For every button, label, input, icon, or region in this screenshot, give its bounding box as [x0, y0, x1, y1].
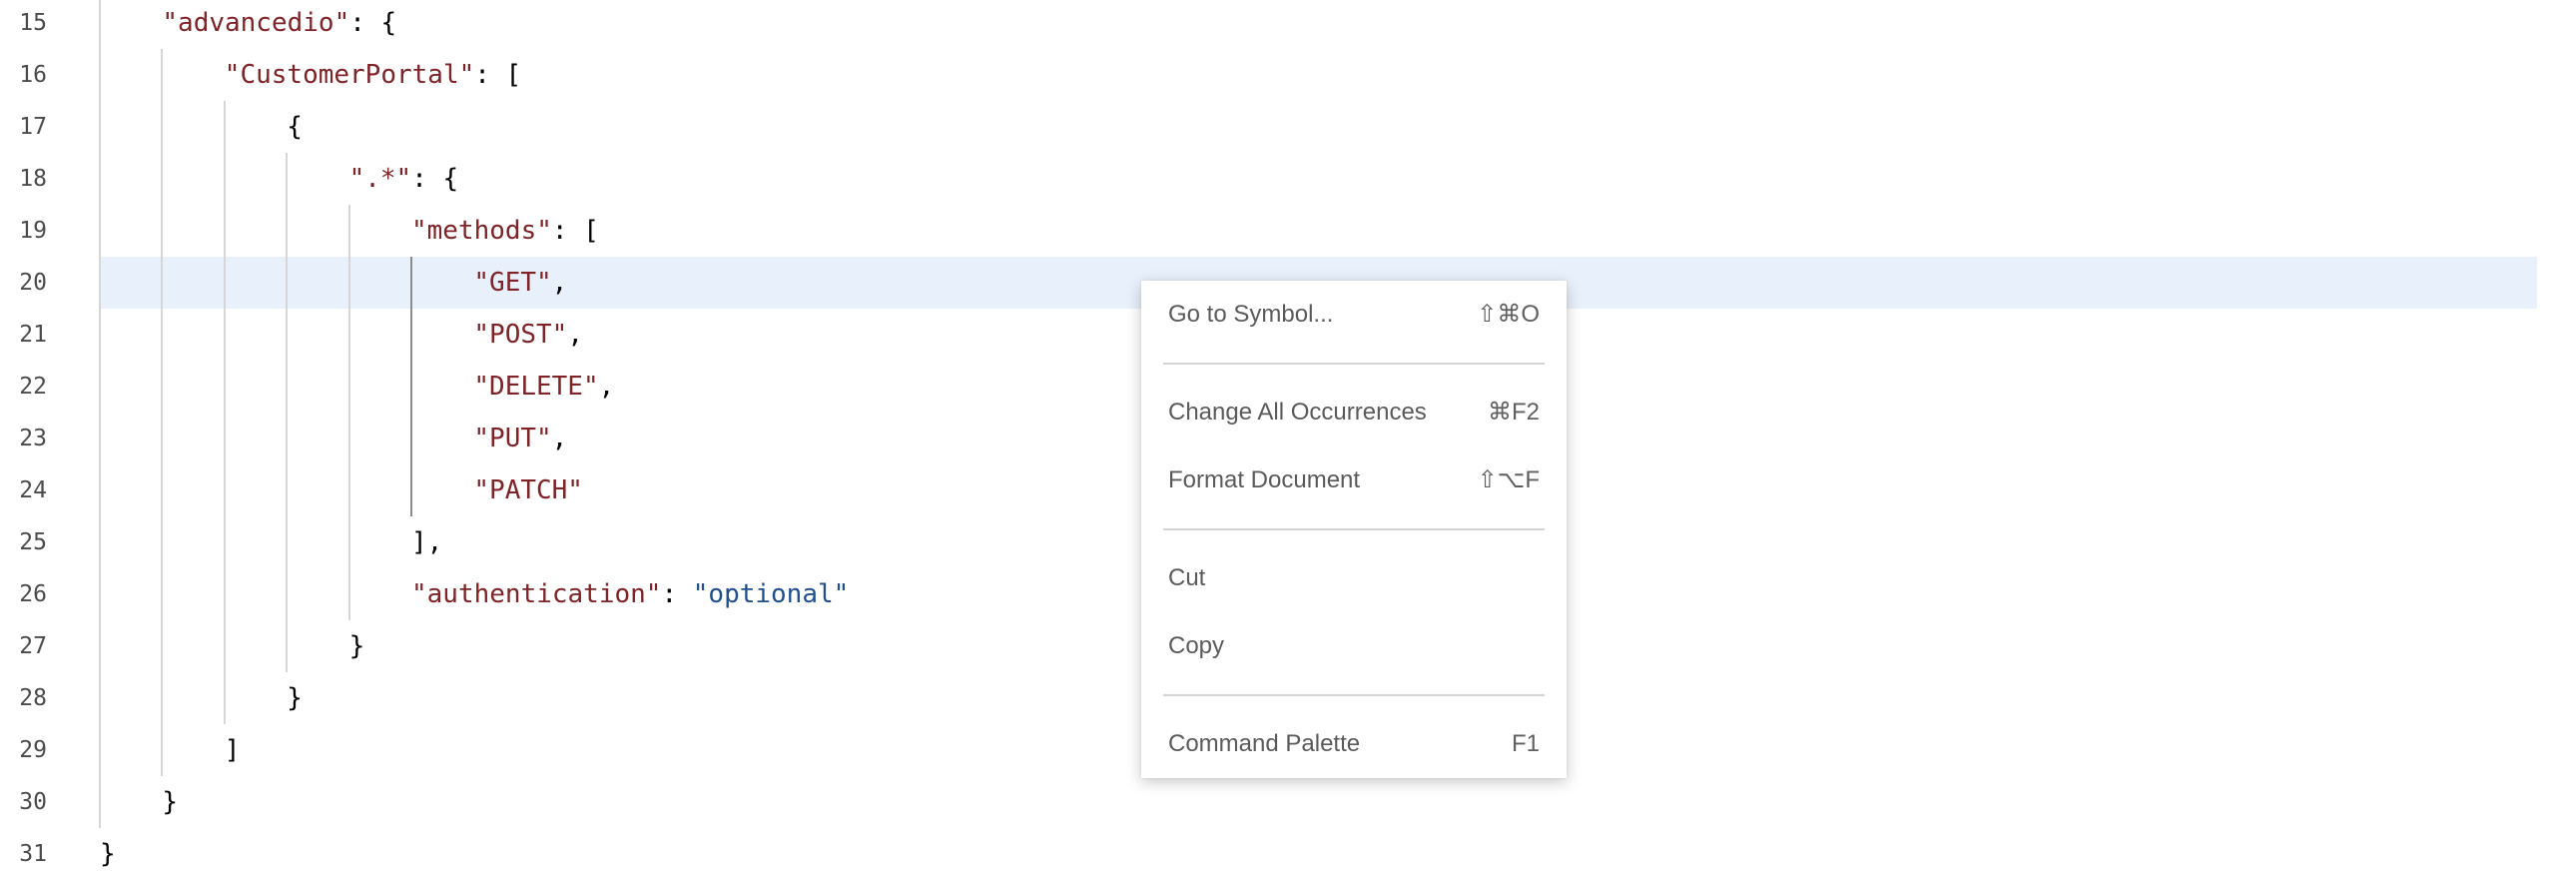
context-menu: Go to Symbol... ⇧⌘O Change All Occurrences… — [1141, 281, 1567, 778]
json-punctuation: { — [287, 112, 303, 142]
menu-item-label: Copy — [1168, 632, 1225, 659]
json-punctuation: , — [567, 320, 583, 350]
menu-separator — [1141, 514, 1567, 544]
json-string-value: "optional" — [692, 579, 850, 609]
menu-item-change-all-occurrences[interactable]: Change All Occurrences ⌘F2 — [1141, 379, 1567, 446]
json-punctuation: } — [348, 631, 365, 661]
line-number: 24 — [19, 477, 47, 503]
json-key: "PATCH" — [473, 475, 583, 505]
code-text: "GET", — [473, 257, 567, 309]
code-text: "methods": [ — [411, 205, 599, 257]
line-number: 31 — [19, 841, 47, 867]
json-punctuation: ], — [411, 527, 443, 557]
line-number: 20 — [19, 270, 47, 296]
menu-item-format-document[interactable]: Format Document ⇧⌥F — [1141, 446, 1567, 514]
code-text: "DELETE", — [473, 361, 614, 413]
code-text: ] — [225, 724, 241, 776]
menu-item-command-palette[interactable]: Command Palette F1 — [1141, 710, 1567, 778]
menu-item-label: Format Document — [1168, 466, 1361, 493]
json-punctuation: , — [551, 268, 568, 298]
menu-item-go-to-symbol[interactable]: Go to Symbol... ⇧⌘O — [1141, 281, 1567, 349]
menu-item-shortcut: ⇧⌘O — [1477, 301, 1540, 328]
code-line[interactable]: 16 "CustomerPortal": [ — [0, 49, 2576, 101]
json-punctuation: , — [598, 372, 615, 402]
line-number: 27 — [19, 633, 47, 659]
code-line[interactable]: 17 { — [0, 101, 2576, 153]
json-punctuation: : { — [349, 8, 397, 38]
json-punctuation: } — [287, 683, 303, 713]
menu-item-label: Change All Occurrences — [1168, 399, 1427, 426]
code-text: "CustomerPortal": [ — [225, 49, 521, 101]
menu-item-shortcut: ⇧⌥F — [1477, 466, 1540, 493]
json-key: "GET" — [473, 268, 552, 298]
json-key: "CustomerPortal" — [224, 60, 475, 90]
line-number: 19 — [19, 218, 47, 244]
json-punctuation: } — [100, 839, 116, 869]
code-text: ], — [411, 516, 442, 568]
json-punctuation: ] — [224, 735, 241, 765]
code-text: "authentication": "optional" — [411, 568, 849, 620]
menu-item-shortcut: F1 — [1511, 730, 1540, 757]
code-line[interactable]: 19 "methods": [ — [0, 205, 2576, 257]
code-text: { — [287, 101, 303, 153]
code-text: } — [100, 828, 116, 880]
menu-item-label: Command Palette — [1168, 730, 1361, 757]
line-number: 28 — [19, 685, 47, 711]
line-number: 23 — [19, 426, 47, 451]
json-key: "authentication" — [411, 579, 662, 609]
json-punctuation: : [ — [474, 60, 522, 90]
json-key: "POST" — [473, 320, 568, 350]
code-text: } — [162, 776, 178, 828]
code-text: } — [287, 672, 303, 724]
menu-item-shortcut: ⌘F2 — [1487, 399, 1540, 426]
line-number: 15 — [19, 10, 47, 36]
line-number: 29 — [19, 737, 47, 763]
menu-item-label: Cut — [1168, 564, 1206, 591]
code-text: } — [349, 620, 365, 672]
menu-item-label: Go to Symbol... — [1168, 301, 1334, 328]
code-text: ".*": { — [349, 153, 459, 205]
code-text: "PATCH" — [473, 464, 583, 516]
json-punctuation: : { — [411, 164, 459, 194]
code-line[interactable]: 15 "advancedio": { — [0, 0, 2576, 49]
json-punctuation: : [ — [551, 216, 599, 246]
line-number: 30 — [19, 789, 47, 815]
json-key: "PUT" — [473, 424, 552, 453]
menu-separator — [1141, 349, 1567, 379]
code-text: "POST", — [473, 309, 583, 361]
line-number: 26 — [19, 581, 47, 607]
line-number: 16 — [19, 62, 47, 88]
json-punctuation: } — [162, 787, 179, 817]
code-line[interactable]: 30} — [0, 776, 2576, 828]
menu-item-copy[interactable]: Copy — [1141, 612, 1567, 680]
menu-item-cut[interactable]: Cut — [1141, 544, 1567, 612]
code-line[interactable]: 31} — [0, 828, 2576, 880]
menu-separator — [1141, 680, 1567, 710]
json-punctuation: , — [551, 424, 568, 453]
json-key: "DELETE" — [473, 372, 599, 402]
json-punctuation: : — [661, 579, 693, 609]
json-key: ".*" — [348, 164, 412, 194]
line-number: 18 — [19, 166, 47, 192]
code-text: "advancedio": { — [162, 0, 396, 49]
line-number: 17 — [19, 114, 47, 140]
code-line[interactable]: 18 ".*": { — [0, 153, 2576, 205]
line-number: 21 — [19, 322, 47, 348]
line-number: 25 — [19, 529, 47, 555]
line-number: 22 — [19, 374, 47, 400]
code-text: "PUT", — [473, 413, 567, 464]
json-key: "advancedio" — [162, 8, 350, 38]
json-key: "methods" — [411, 216, 552, 246]
